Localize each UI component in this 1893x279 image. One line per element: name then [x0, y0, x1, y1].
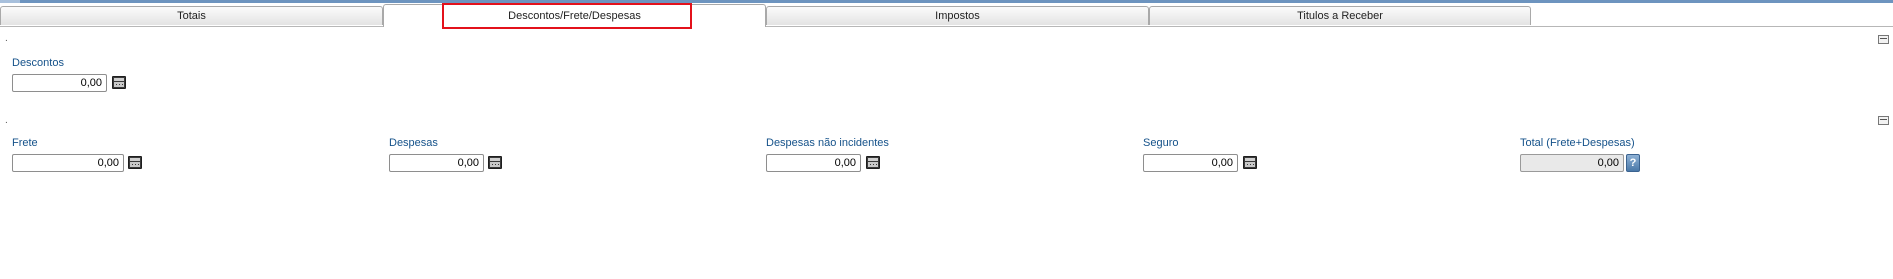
- descontos-calculator-icon[interactable]: [112, 76, 126, 89]
- seguro-label: Seguro: [1143, 137, 1179, 149]
- tab-label: Totais: [177, 10, 206, 22]
- help-icon[interactable]: ?: [1626, 154, 1640, 172]
- tab-descontos-frete-despesas[interactable]: Descontos/Frete/Despesas: [383, 3, 766, 29]
- tab-label: Titulos a Receber: [1297, 10, 1383, 22]
- tab-impostos[interactable]: Impostos: [766, 6, 1149, 25]
- top-strip-accent: [0, 0, 20, 3]
- section-marker-frete-despesas: .: [5, 115, 8, 126]
- despesas-nao-incidentes-input[interactable]: [766, 154, 861, 172]
- descontos-input[interactable]: [12, 74, 107, 92]
- collapse-frete-despesas-icon[interactable]: [1878, 116, 1889, 125]
- section-marker-descontos: .: [5, 33, 8, 44]
- frete-label: Frete: [12, 137, 38, 149]
- despesas-label: Despesas: [389, 137, 438, 149]
- tab-bar: Totais Descontos/Frete/Despesas Impostos…: [0, 3, 1893, 29]
- window-top-strip: [0, 0, 1893, 3]
- tab-titulos-a-receber[interactable]: Titulos a Receber: [1149, 6, 1531, 25]
- seguro-input[interactable]: [1143, 154, 1238, 172]
- tab-label: Impostos: [935, 10, 980, 22]
- despesas-nao-incidentes-label: Despesas não incidentes: [766, 137, 889, 149]
- despesas-input[interactable]: [389, 154, 484, 172]
- seguro-calculator-icon[interactable]: [1243, 156, 1257, 169]
- tab-totais[interactable]: Totais: [0, 6, 383, 25]
- despesas-calculator-icon[interactable]: [488, 156, 502, 169]
- frete-input[interactable]: [12, 154, 124, 172]
- total-frete-despesas-label: Total (Frete+Despesas): [1520, 137, 1635, 149]
- collapse-descontos-icon[interactable]: [1878, 35, 1889, 44]
- highlight-box: [442, 3, 692, 29]
- frete-calculator-icon[interactable]: [128, 156, 142, 169]
- despesas-nao-incidentes-calculator-icon[interactable]: [866, 156, 880, 169]
- descontos-label: Descontos: [12, 57, 64, 69]
- total-frete-despesas-input: [1520, 154, 1624, 172]
